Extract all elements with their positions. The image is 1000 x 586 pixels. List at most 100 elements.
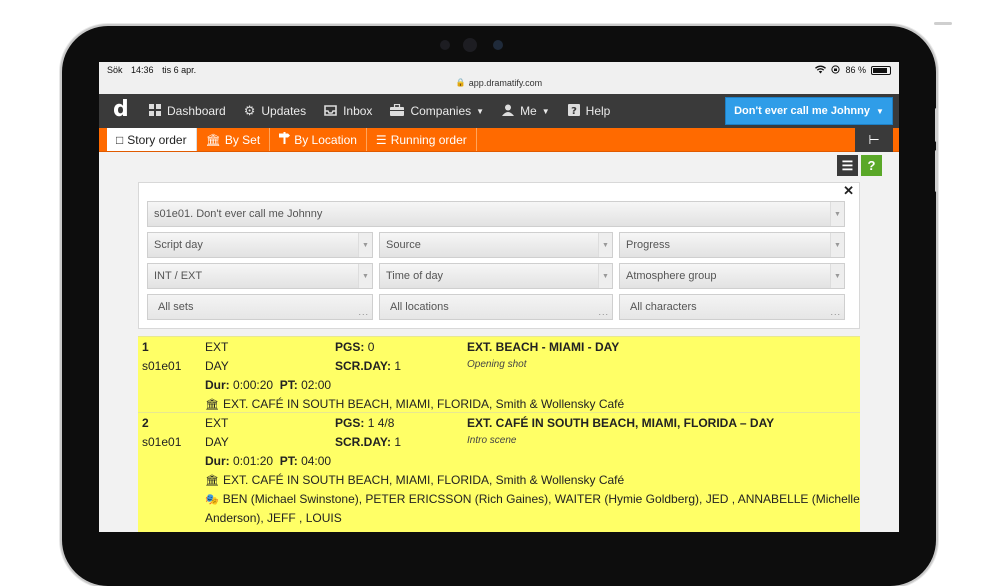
nav-updates[interactable]: ⚙ Updates [244, 103, 306, 119]
menu-button[interactable]: ☰ [837, 155, 858, 176]
tab-by-location[interactable]: By Location [270, 128, 367, 151]
scene-set: EXT. CAFÉ IN SOUTH BEACH, MIAMI, FLORIDA… [222, 473, 625, 487]
hamburger-icon: ☰ [841, 157, 854, 173]
bank-icon: 🏛 [205, 399, 219, 411]
tab-story-order[interactable]: □ Story order [107, 128, 197, 151]
nav-updates-label: Updates [261, 104, 307, 118]
url-bar[interactable]: 🔒 app.dramatify.com [99, 78, 899, 94]
scrday-label: SCR.DAY: [335, 435, 392, 449]
carrier-label: Sök [107, 65, 123, 75]
chevron-down-icon: ▼ [598, 264, 612, 288]
script-day-select[interactable]: Script day ▼ [147, 232, 373, 258]
list-icon: ☰ [375, 132, 387, 147]
scene-pages: 1 4/8 [367, 416, 395, 430]
chevron-down-icon: ▼ [830, 233, 844, 257]
atmosphere-group-select[interactable]: Atmosphere group ▼ [619, 263, 845, 289]
project-selector-button[interactable]: Don't ever call me Johnny ▼ [725, 97, 893, 125]
dashboard-icon [149, 103, 161, 119]
nav-help-label: Help [585, 104, 611, 118]
nav-companies-label: Companies [410, 104, 472, 118]
scene-row[interactable]: 1 s01e01 EXT DAY PGS: 0 SCR.DAY: 1 EXT. … [138, 336, 860, 412]
filter-panel: ✕ s01e01. Don't ever call me Johnny ▼ Sc… [138, 182, 860, 329]
pgs-label: PGS: [335, 340, 365, 354]
collapse-panel-button[interactable]: ⊢ [855, 128, 893, 152]
svg-text:?: ? [571, 106, 577, 116]
project-name: Don't ever call me Johnny [734, 105, 870, 117]
locations-multiselect[interactable]: All locations ... [379, 294, 613, 320]
toolbar: ☰ ? [837, 155, 882, 176]
int-ext-value: INT / EXT [154, 270, 203, 282]
time-of-day-value: Time of day [386, 270, 444, 282]
close-icon[interactable]: ✕ [843, 183, 854, 199]
scene-time-of-day: DAY [205, 435, 229, 449]
top-button [934, 22, 952, 25]
locations-placeholder: All locations [390, 301, 449, 313]
script-day-value: Script day [154, 239, 203, 251]
nav-companies[interactable]: Companies ▼ [390, 103, 485, 119]
chevron-down-icon: ▼ [598, 233, 612, 257]
view-tabs: □ Story order 🏛 By Set By Location ☰ Run… [99, 128, 899, 152]
progress-select[interactable]: Progress ▼ [619, 232, 845, 258]
tab-by-set-label: By Set [224, 132, 261, 147]
tab-by-location-label: By Location [294, 132, 357, 147]
tab-story-order-label: Story order [127, 132, 187, 147]
status-bar: Sök 14:36 tis 6 apr. 86 % [99, 62, 899, 78]
scene-int-ext: EXT [205, 340, 229, 354]
battery-percent: 86 % [845, 65, 866, 75]
help-icon: ? [567, 103, 580, 119]
sets-placeholder: All sets [158, 301, 194, 313]
clock: 14:36 [131, 65, 154, 75]
bank-icon: 🏛 [205, 132, 221, 147]
characters-placeholder: All characters [630, 301, 697, 313]
chevron-down-icon: ▼ [358, 264, 372, 288]
collapse-icon: ⊢ [868, 132, 880, 147]
scene-script-day: 1 [394, 435, 402, 449]
scene-script-day: 1 [394, 359, 402, 373]
int-ext-select[interactable]: INT / EXT ▼ [147, 263, 373, 289]
nav-inbox[interactable]: Inbox [324, 104, 372, 119]
characters-multiselect[interactable]: All characters ... [619, 294, 845, 320]
scene-pt: 04:00 [301, 454, 332, 468]
scene-set: EXT. CAFÉ IN SOUTH BEACH, MIAMI, FLORIDA… [222, 397, 625, 411]
url-text: app.dramatify.com [468, 78, 543, 88]
date-label: tis 6 apr. [162, 65, 197, 75]
nav-inbox-label: Inbox [343, 104, 373, 118]
nav-dashboard[interactable]: Dashboard [149, 103, 226, 119]
square-icon: □ [116, 132, 124, 147]
bank-icon: 🏛 [205, 475, 219, 487]
volume-down-button [935, 150, 938, 192]
scene-description: Opening shot [467, 359, 527, 370]
chevron-down-icon: ▼ [875, 106, 884, 116]
episode-select[interactable]: s01e01. Don't ever call me Johnny ▼ [147, 201, 845, 227]
tab-running-order[interactable]: ☰ Running order [367, 128, 477, 151]
help-button[interactable]: ? [861, 155, 882, 176]
chevron-down-icon: ▼ [830, 264, 844, 288]
more-icon: ... [598, 307, 609, 317]
scene-row[interactable]: 2 s01e01 EXT DAY PGS: 1 4/8 SCR.DAY: 1 E… [138, 412, 860, 532]
scene-description: Intro scene [467, 435, 517, 446]
scene-number: 2 [142, 416, 149, 430]
tab-by-set[interactable]: 🏛 By Set [197, 128, 271, 151]
source-select[interactable]: Source ▼ [379, 232, 613, 258]
theater-masks-icon: 🎭 [205, 494, 219, 506]
nav-dashboard-label: Dashboard [167, 104, 226, 118]
dramatify-logo[interactable]: d [113, 99, 135, 122]
time-of-day-select[interactable]: Time of day ▼ [379, 263, 613, 289]
inbox-icon [324, 104, 337, 119]
scene-heading: EXT. CAFÉ IN SOUTH BEACH, MIAMI, FLORIDA… [467, 416, 775, 430]
volume-up-button [935, 108, 938, 142]
progress-value: Progress [626, 239, 671, 251]
atmosphere-group-value: Atmosphere group [626, 270, 717, 282]
briefcase-icon [390, 103, 405, 119]
scene-episode: s01e01 [142, 359, 182, 373]
nav-help[interactable]: ? Help [567, 103, 611, 119]
scene-heading: EXT. BEACH - MIAMI - DAY [467, 340, 620, 354]
camera-lens-icon [493, 40, 503, 50]
sets-multiselect[interactable]: All sets ... [147, 294, 373, 320]
more-icon: ... [830, 307, 841, 317]
scene-time-of-day: DAY [205, 359, 229, 373]
nav-me[interactable]: Me ▼ [502, 104, 550, 119]
chevron-down-icon: ▼ [476, 106, 485, 116]
scene-duration: 0:00:20 [233, 378, 274, 392]
battery-icon [871, 65, 891, 75]
